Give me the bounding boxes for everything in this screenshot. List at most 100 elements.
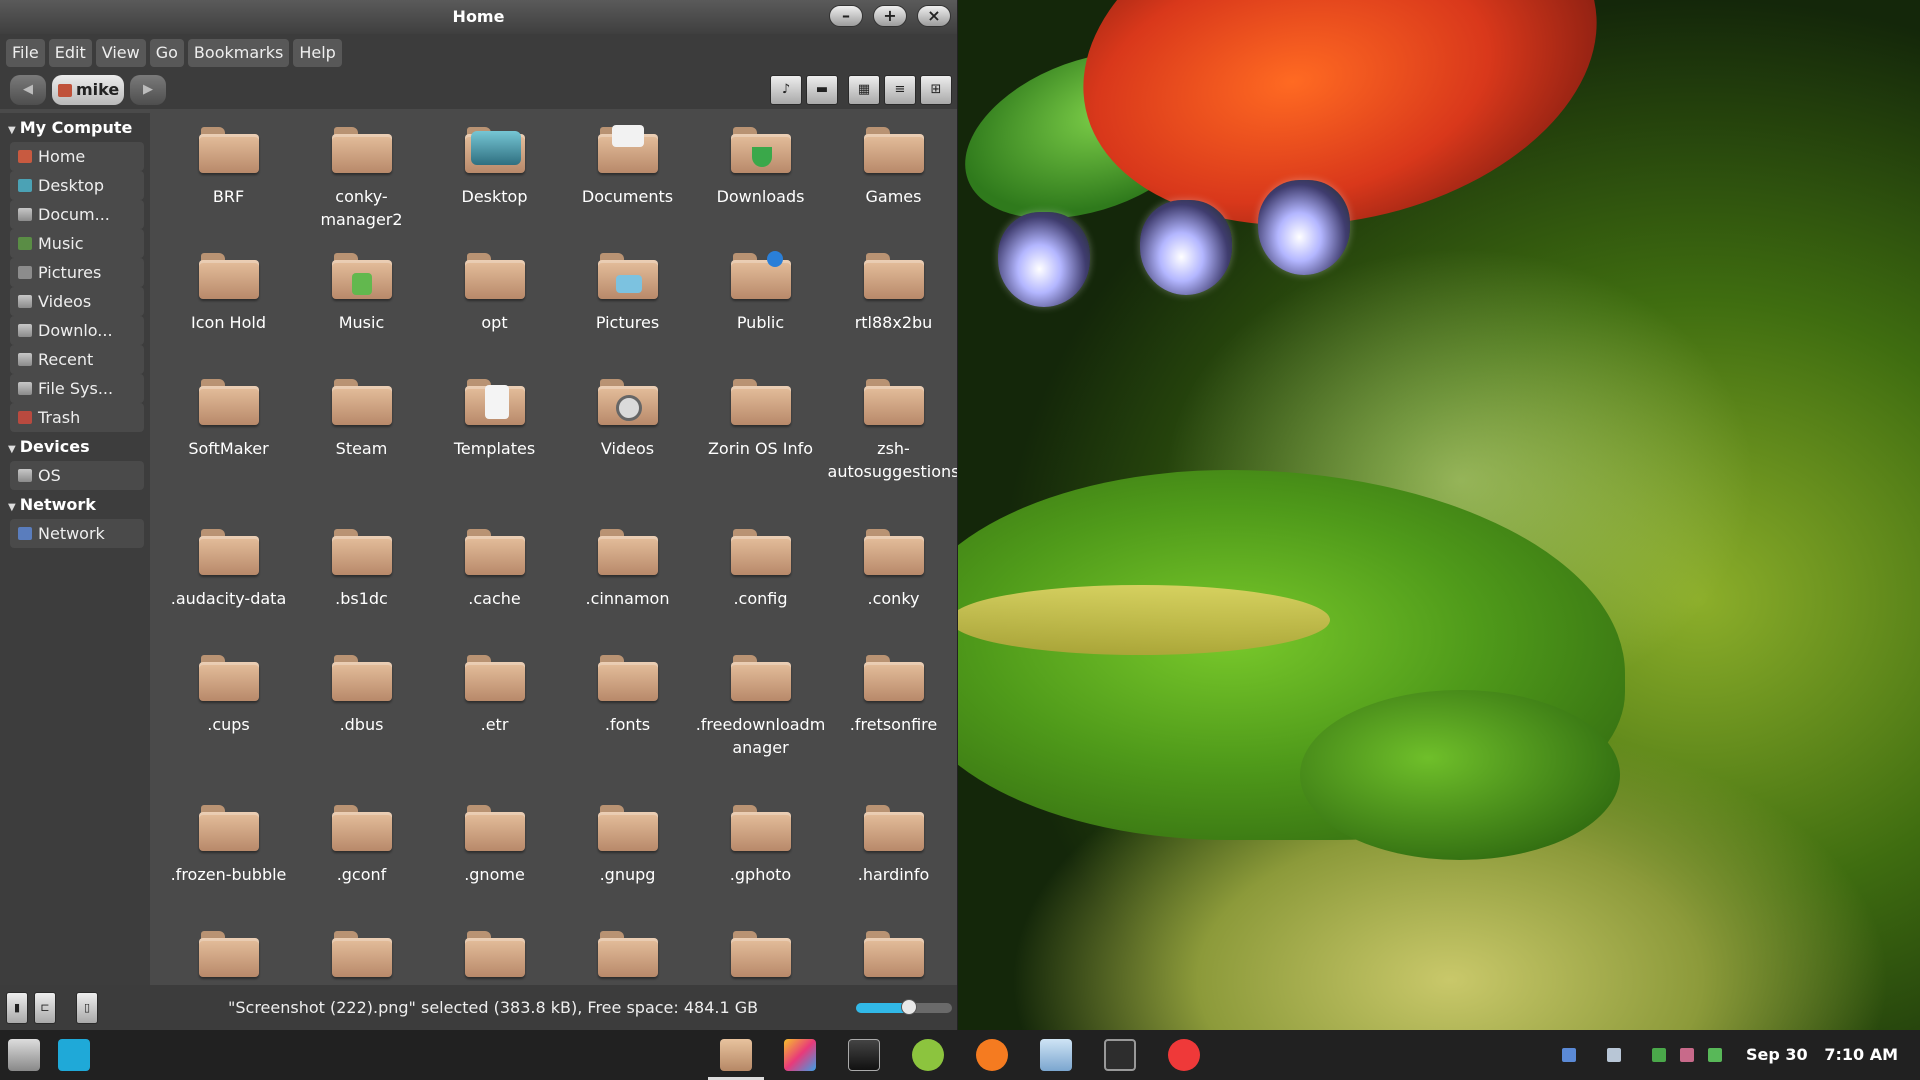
sidebar-item-pictures[interactable]: Pictures [10, 258, 144, 287]
breadcrumb-home[interactable]: mike [52, 75, 124, 105]
xampp-icon[interactable] [976, 1039, 1008, 1071]
terminal-icon[interactable]: ▬ [806, 75, 838, 105]
sidebar-item-file-sys[interactable]: File Sys... [10, 374, 144, 403]
back-button[interactable]: ◀ [10, 75, 46, 105]
file-item[interactable]: .kde [561, 925, 694, 985]
menu-edit[interactable]: Edit [48, 38, 92, 67]
clock[interactable]: Sep 30 7:10 AM [1746, 1030, 1898, 1080]
file-item[interactable]: .cups [162, 649, 295, 799]
compact-view-icon[interactable]: ⊞ [920, 75, 952, 105]
sidebar-item-trash[interactable]: Trash [10, 403, 144, 432]
file-item[interactable]: .etr [428, 649, 561, 799]
file-item[interactable]: Videos [561, 373, 694, 523]
battery-icon[interactable] [1708, 1048, 1722, 1062]
menu-icon[interactable] [8, 1039, 40, 1071]
file-item[interactable]: .hplip [295, 925, 428, 985]
inkscape-icon[interactable] [848, 1039, 880, 1071]
forward-button[interactable]: ▶ [130, 75, 166, 105]
file-item[interactable]: Zorin OS Info [694, 373, 827, 523]
file-item[interactable]: Desktop [428, 121, 561, 247]
update-icon[interactable] [1607, 1048, 1621, 1062]
file-item[interactable]: .bs1dc [295, 523, 428, 649]
file-item[interactable]: .frozen-bubble [162, 799, 295, 925]
file-item[interactable]: .freedownloadmanager [694, 649, 827, 799]
file-item[interactable]: rtl88x2bu [827, 247, 957, 373]
vivaldi-icon[interactable] [1168, 1039, 1200, 1071]
file-item[interactable]: .conky [827, 523, 957, 649]
close-button[interactable]: × [917, 5, 951, 27]
hide-sidebar-button[interactable]: ▯ [76, 992, 98, 1024]
sidebar-item-network[interactable]: Network [10, 519, 144, 548]
tree-toggle-button[interactable]: ⊏ [34, 992, 56, 1024]
file-item[interactable]: Downloads [694, 121, 827, 247]
krita-icon[interactable] [784, 1039, 816, 1071]
file-item[interactable]: .fonts [561, 649, 694, 799]
sidebar-item-home[interactable]: Home [10, 142, 144, 171]
places-toggle-button[interactable]: ▮ [6, 992, 28, 1024]
maximize-button[interactable]: + [873, 5, 907, 27]
sidebar-item-recent[interactable]: Recent [10, 345, 144, 374]
zoom-slider[interactable] [856, 999, 952, 1015]
file-item[interactable]: .config [694, 523, 827, 649]
clipboard-icon[interactable] [1680, 1048, 1694, 1062]
menu-bookmarks[interactable]: Bookmarks [187, 38, 290, 67]
file-item[interactable]: conky-manager2 [295, 121, 428, 247]
file-view[interactable]: BRF conky-manager2 Desktop Documents Downloa… [152, 113, 957, 985]
titlebar[interactable]: Home – + × [0, 0, 957, 34]
icon-view-icon[interactable]: ▦ [848, 75, 880, 105]
sidebar-item-desktop[interactable]: Desktop [10, 171, 144, 200]
menu-view[interactable]: View [95, 38, 146, 67]
sidebar-item-downlo[interactable]: Downlo... [10, 316, 144, 345]
sidebar-item-docum[interactable]: Docum... [10, 200, 144, 229]
file-item[interactable]: .gconf [295, 799, 428, 925]
menu-go[interactable]: Go [149, 38, 184, 67]
menu-file[interactable]: File [6, 38, 45, 67]
file-item[interactable]: opt [428, 247, 561, 373]
expander-icon[interactable]: ▼ [8, 125, 16, 136]
expander-icon[interactable]: ▼ [8, 502, 16, 513]
terminal-icon[interactable] [1104, 1039, 1136, 1071]
file-item[interactable]: .fretsonfire [827, 649, 957, 799]
file-item[interactable]: .local [827, 925, 957, 985]
text-editor-icon[interactable] [1040, 1039, 1072, 1071]
file-item[interactable]: Music [295, 247, 428, 373]
file-item[interactable]: Pictures [561, 247, 694, 373]
file-item[interactable]: .gnupg [561, 799, 694, 925]
file-item[interactable]: .hardinfo [827, 799, 957, 925]
file-item[interactable]: .launchpadlib [694, 925, 827, 985]
zoom-slider-handle[interactable] [900, 999, 917, 1015]
file-item[interactable]: .dbus [295, 649, 428, 799]
file-item[interactable]: .gnome [428, 799, 561, 925]
file-item[interactable]: .audacity-data [162, 523, 295, 649]
menu-help[interactable]: Help [293, 38, 342, 67]
expander-icon[interactable]: ▼ [8, 444, 16, 455]
sidebar-section-header[interactable]: ▼ Network [0, 490, 150, 519]
network-icon[interactable] [1652, 1048, 1666, 1062]
file-item[interactable]: .gphoto [694, 799, 827, 925]
minimize-button[interactable]: – [829, 5, 863, 27]
files-icon[interactable] [720, 1039, 752, 1071]
file-item[interactable]: BRF [162, 121, 295, 247]
bluetooth-icon[interactable] [1562, 1048, 1576, 1062]
file-item[interactable]: Games [827, 121, 957, 247]
file-item[interactable]: Templates [428, 373, 561, 523]
music-view-icon[interactable]: ♪ [770, 75, 802, 105]
file-item[interactable]: .cinnamon [561, 523, 694, 649]
file-item[interactable]: Public [694, 247, 827, 373]
android-icon[interactable] [912, 1039, 944, 1071]
file-item[interactable]: .hedgewars [162, 925, 295, 985]
sidebar-section-header[interactable]: ▼ My Compute [0, 113, 150, 142]
file-item[interactable]: .icons [428, 925, 561, 985]
file-item[interactable]: Icon Hold [162, 247, 295, 373]
sidebar-item-os[interactable]: OS [10, 461, 144, 490]
file-item[interactable]: SoftMaker [162, 373, 295, 523]
file-item[interactable]: .cache [428, 523, 561, 649]
sidebar-item-videos[interactable]: Videos [10, 287, 144, 316]
file-item[interactable]: Documents [561, 121, 694, 247]
file-item[interactable]: zsh-autosuggestions [827, 373, 957, 523]
show-desktop-icon[interactable] [58, 1039, 90, 1071]
list-view-icon[interactable]: ≡ [884, 75, 916, 105]
sidebar-section-header[interactable]: ▼ Devices [0, 432, 150, 461]
file-item[interactable]: Steam [295, 373, 428, 523]
sidebar-item-music[interactable]: Music [10, 229, 144, 258]
